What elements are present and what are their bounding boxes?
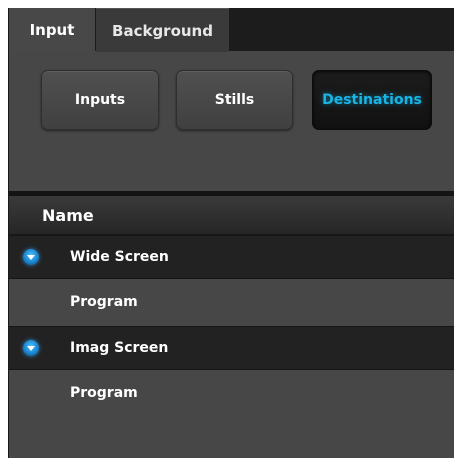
column-name-header: Name bbox=[42, 205, 94, 225]
tab-background[interactable]: Background bbox=[96, 8, 229, 52]
group-row-imag-screen[interactable]: Imag Screen bbox=[9, 326, 454, 370]
tab-input[interactable]: Input bbox=[9, 8, 95, 51]
stills-button[interactable]: Stills bbox=[176, 70, 293, 130]
chevron-down-icon[interactable] bbox=[23, 340, 39, 356]
list-item-program[interactable]: Program bbox=[9, 371, 454, 415]
group-row-wide-screen[interactable]: Wide Screen bbox=[9, 235, 454, 279]
destinations-panel: Input Background Inputs Stills Destinati… bbox=[8, 8, 454, 458]
chevron-down-icon[interactable] bbox=[23, 249, 39, 265]
list-item-program[interactable]: Program bbox=[9, 280, 454, 324]
tab-bar: Input Background bbox=[9, 8, 454, 52]
group-label: Wide Screen bbox=[70, 249, 169, 265]
destinations-button[interactable]: Destinations bbox=[312, 70, 432, 130]
item-label: Program bbox=[70, 294, 138, 310]
list-header: Name bbox=[9, 196, 454, 235]
inputs-button[interactable]: Inputs bbox=[41, 70, 159, 130]
group-label: Imag Screen bbox=[70, 340, 169, 356]
item-label: Program bbox=[70, 385, 138, 401]
